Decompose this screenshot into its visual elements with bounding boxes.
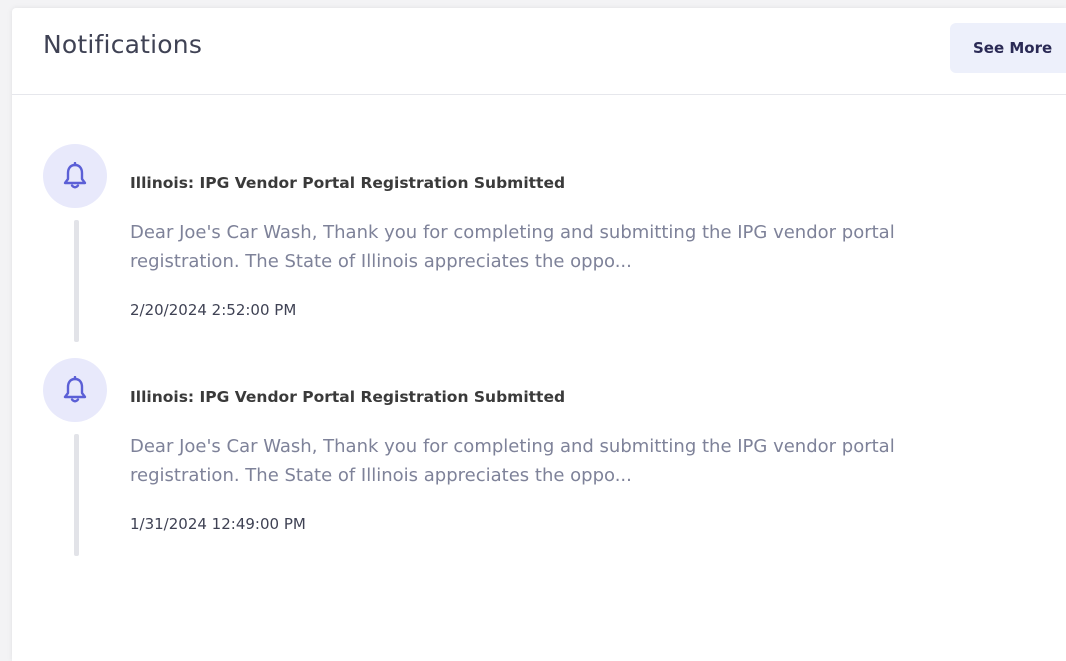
bell-icon — [63, 376, 87, 403]
card-header: Notifications See More — [12, 8, 1066, 95]
notification-item[interactable]: Illinois: IPG Vendor Portal Registration… — [12, 358, 1066, 558]
timeline-line — [74, 220, 79, 342]
notification-date: 2/20/2024 2:52:00 PM — [130, 301, 297, 319]
bell-icon-badge — [43, 144, 107, 208]
notification-body: Dear Joe's Car Wash, Thank you for compl… — [130, 436, 895, 486]
notification-title[interactable]: Illinois: IPG Vendor Portal Registration… — [130, 174, 565, 192]
notifications-card: Notifications See More Illinois: IPG Ven… — [12, 8, 1066, 661]
see-more-button[interactable]: See More — [950, 23, 1066, 73]
page-title: Notifications — [43, 30, 203, 59]
notification-title[interactable]: Illinois: IPG Vendor Portal Registration… — [130, 388, 565, 406]
notification-item[interactable]: Illinois: IPG Vendor Portal Registration… — [12, 144, 1066, 344]
bell-icon — [63, 162, 87, 189]
bell-icon-badge — [43, 358, 107, 422]
notification-body: Dear Joe's Car Wash, Thank you for compl… — [130, 222, 895, 272]
timeline-line — [74, 434, 79, 556]
notification-date: 1/31/2024 12:49:00 PM — [130, 515, 306, 533]
